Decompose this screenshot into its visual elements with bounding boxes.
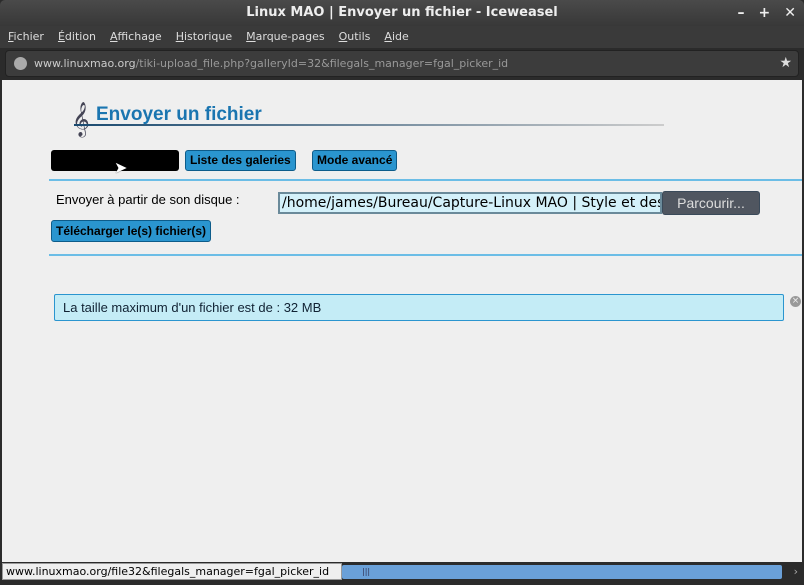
horizontal-scrollbar[interactable]: |||: [342, 565, 782, 579]
upload-button[interactable]: Télécharger le(s) fichier(s): [51, 220, 212, 242]
scroll-right-arrow-icon[interactable]: ›: [794, 565, 798, 578]
menu-aide[interactable]: Aide: [384, 26, 408, 48]
maximize-button[interactable]: +: [759, 0, 771, 26]
globe-icon: [14, 57, 27, 70]
gallery-list-button[interactable]: Liste des galeries: [185, 150, 296, 171]
close-button[interactable]: ✕: [784, 0, 796, 26]
window-title: Linux MAO | Envoyer un fichier - Iceweas…: [246, 5, 558, 20]
menu-outils[interactable]: Outils: [339, 26, 371, 48]
advanced-mode-button[interactable]: Mode avancé: [312, 150, 398, 171]
menu-affichage[interactable]: Affichage: [110, 26, 162, 48]
page-content: 𝄞 Envoyer un fichier ➤ Liste des galerie…: [2, 80, 802, 562]
page-title: Envoyer un fichier: [96, 104, 262, 125]
window-titlebar: Linux MAO | Envoyer un fichier - Iceweas…: [0, 0, 804, 26]
close-info-icon[interactable]: ×: [790, 296, 801, 307]
treble-clef-icon: 𝄞: [72, 102, 90, 137]
menu-historique[interactable]: Historique: [176, 26, 232, 48]
divider: [49, 179, 802, 181]
bookmark-star-icon[interactable]: ★: [779, 51, 792, 76]
upload-label: Envoyer à partir de son disque :: [56, 192, 240, 207]
menu-bar: Fichier Édition Affichage Historique Mar…: [0, 26, 804, 48]
browse-button[interactable]: Parcourir...: [662, 191, 760, 215]
menu-marque-pages[interactable]: Marque-pages: [246, 26, 324, 48]
status-bar: www.linuxmao.org/file32&filegals_manager…: [2, 563, 342, 580]
menu-fichier[interactable]: Fichier: [8, 26, 44, 48]
title-underline: [74, 124, 664, 126]
url-path: /tiki-upload_file.php?galleryId=32&fileg…: [135, 57, 509, 70]
divider: [49, 254, 802, 256]
menu-edition[interactable]: Édition: [58, 26, 96, 48]
max-size-info: La taille maximum d'un fichier est de : …: [54, 294, 784, 321]
mouse-cursor-icon: ➤: [114, 158, 128, 177]
url-bar[interactable]: www.linuxmao.org/tiki-upload_file.php?ga…: [5, 50, 799, 77]
minimize-button[interactable]: –: [738, 0, 745, 26]
url-domain: www.linuxmao.org: [34, 57, 136, 70]
file-path-input[interactable]: /home/james/Bureau/Capture-Linux MAO | S…: [278, 192, 662, 214]
